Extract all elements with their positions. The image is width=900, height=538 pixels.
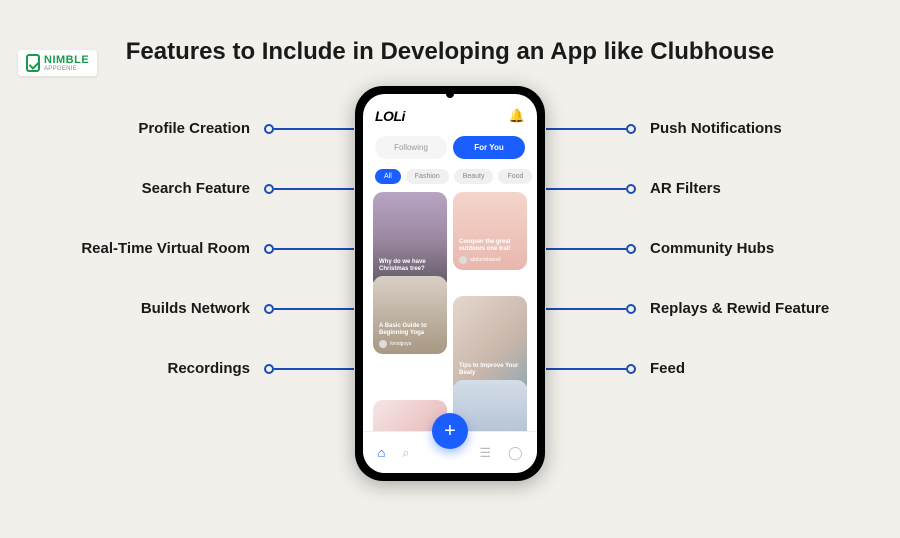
feature-diagram: Profile Creation Search Feature Real-Tim… — [0, 74, 900, 484]
tab-foryou[interactable]: For You — [453, 136, 525, 159]
logo-sub: APPGENIE — [44, 66, 89, 72]
feature-right-2: Community Hubs — [650, 240, 774, 257]
app-logo: LOLi — [375, 108, 405, 124]
app-header: LOLi 🔔 — [363, 94, 537, 130]
bell-icon[interactable]: 🔔 — [509, 108, 525, 124]
feature-left-2: Real-Time Virtual Room — [81, 240, 250, 257]
tab-following[interactable]: Following — [375, 136, 447, 159]
phone-camera-icon — [446, 90, 454, 98]
page-title: Features to Include in Developing an App… — [0, 38, 900, 66]
connector-line — [274, 128, 354, 130]
feature-right-0: Push Notifications — [650, 120, 782, 137]
connector-dot — [626, 244, 636, 254]
home-icon[interactable]: ⌂ — [377, 445, 385, 460]
connector-line — [546, 248, 626, 250]
chip-food[interactable]: Food — [498, 169, 532, 184]
feature-right-1: AR Filters — [650, 180, 721, 197]
feature-left-4: Recordings — [167, 360, 250, 377]
connector-line — [546, 308, 626, 310]
search-icon[interactable]: ⌕ — [402, 445, 409, 461]
phone-screen: LOLi 🔔 Following For You All Fashion Bea… — [363, 94, 537, 473]
feature-left-0: Profile Creation — [138, 120, 250, 137]
connector-line — [546, 128, 626, 130]
connector-dot — [264, 124, 274, 134]
connector-dot — [264, 244, 274, 254]
feed-card[interactable]: A Basic Guide to Beginning Yoga fonsigoy… — [373, 276, 447, 354]
card-user: fonsigoya — [379, 340, 441, 348]
avatar — [459, 256, 467, 264]
chat-icon[interactable]: ☰ — [479, 445, 491, 461]
card-title: Why do we have Christmas tree? — [379, 259, 441, 273]
card-title: Tips to Improve Your Beaty — [459, 363, 521, 377]
feature-left-3: Builds Network — [141, 300, 250, 317]
logo-main: NIMBLE — [44, 55, 89, 66]
connector-dot — [264, 364, 274, 374]
connector-line — [274, 368, 354, 370]
card-user: abdurrohanoil — [459, 256, 521, 264]
feature-left-1: Search Feature — [142, 180, 250, 197]
connector-dot — [626, 124, 636, 134]
add-button[interactable]: + — [432, 413, 468, 449]
profile-icon[interactable]: ◯ — [508, 445, 523, 461]
connector-line — [274, 188, 354, 190]
connector-dot — [626, 304, 636, 314]
card-title: A Basic Guide to Beginning Yoga — [379, 323, 441, 337]
feature-right-4: Feed — [650, 360, 685, 377]
connector-dot — [264, 184, 274, 194]
logo-icon — [26, 54, 40, 72]
connector-line — [274, 248, 354, 250]
feed-tabs: Following For You — [363, 130, 537, 165]
connector-dot — [264, 304, 274, 314]
avatar — [379, 340, 387, 348]
phone-mockup: LOLi 🔔 Following For You All Fashion Bea… — [355, 86, 545, 481]
chip-beauty[interactable]: Beauty — [454, 169, 494, 184]
chip-fashion[interactable]: Fashion — [406, 169, 449, 184]
connector-dot — [626, 184, 636, 194]
card-title: Conquer the great outdoors one trail — [459, 239, 521, 253]
connector-line — [274, 308, 354, 310]
chip-all[interactable]: All — [375, 169, 401, 184]
category-chips: All Fashion Beauty Food — [363, 165, 537, 192]
connector-line — [546, 188, 626, 190]
brand-logo: NIMBLE APPGENIE — [18, 50, 97, 76]
connector-line — [546, 368, 626, 370]
connector-dot — [626, 364, 636, 374]
feature-right-3: Replays & Rewid Feature — [650, 300, 829, 317]
feed-card[interactable]: Conquer the great outdoors one trail abd… — [453, 192, 527, 270]
